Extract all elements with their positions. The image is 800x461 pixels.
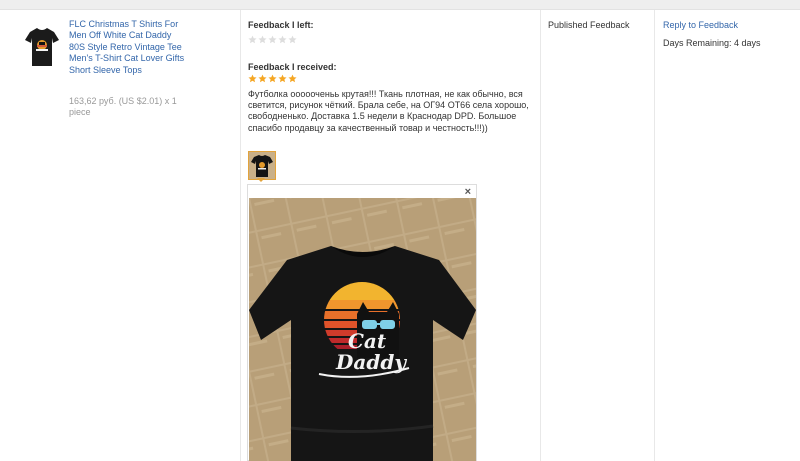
star-icon (278, 74, 287, 83)
star-icon (278, 35, 287, 44)
star-icon (258, 74, 267, 83)
product-price: 163,62 руб. (US $2.01) x 1 piece (69, 96, 177, 118)
star-icon (248, 74, 257, 83)
star-icon (288, 74, 297, 83)
action-column: Reply to Feedback Days Remaining: 4 days (655, 10, 800, 461)
feedback-column: Feedback I left: Feedback I received: Фу… (241, 10, 540, 461)
feedback-left-label: Feedback I left: (248, 20, 314, 30)
days-remaining: Days Remaining: 4 days (663, 38, 761, 48)
status-column: Published Feedback (541, 10, 654, 461)
product-thumbnail[interactable] (24, 24, 60, 68)
feedback-left-rating (248, 35, 297, 44)
star-icon (288, 35, 297, 44)
star-icon (268, 35, 277, 44)
close-icon[interactable]: × (465, 187, 471, 198)
star-icon (268, 74, 277, 83)
reply-to-feedback-link[interactable]: Reply to Feedback (663, 20, 738, 30)
star-icon (248, 35, 257, 44)
feedback-received-label: Feedback I received: (248, 62, 337, 72)
thumbnail-pointer (257, 178, 265, 182)
feedback-received-rating (248, 74, 297, 83)
product-column: FLC Christmas T Shirts For Men Off White… (0, 10, 240, 461)
review-text: Футболка оооооченьь крутая!!! Ткань плот… (248, 89, 529, 133)
review-photo-viewer: × Cat Daddy (247, 184, 477, 461)
top-bar (0, 0, 800, 10)
review-photo: Cat Daddy (249, 198, 476, 461)
product-title-link[interactable]: FLC Christmas T Shirts For Men Off White… (69, 19, 187, 76)
star-icon (258, 35, 267, 44)
review-photo-thumbnail[interactable] (248, 151, 276, 180)
feedback-status: Published Feedback (548, 20, 630, 30)
